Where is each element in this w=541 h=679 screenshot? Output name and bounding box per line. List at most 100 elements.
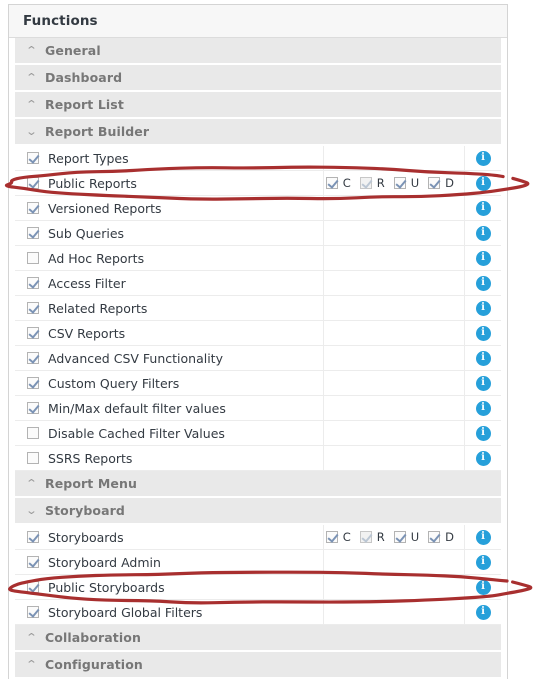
function-name-cell: Public Reports — [15, 171, 324, 195]
info-cell: i — [465, 321, 501, 345]
info-icon[interactable]: i — [475, 325, 491, 341]
group-header-label: Report List — [45, 97, 124, 112]
function-enable-checkbox[interactable] — [27, 427, 39, 439]
function-enable-checkbox[interactable] — [27, 581, 39, 593]
crud-checkbox-r[interactable] — [359, 531, 372, 543]
table-row: Report Types i — [15, 146, 501, 171]
info-glyph: i — [481, 580, 485, 592]
info-cell: i — [465, 171, 501, 195]
group-header-general[interactable]: ⌃ General — [15, 38, 501, 65]
info-icon[interactable]: i — [475, 200, 491, 216]
crud-letter-d: D — [445, 176, 454, 190]
info-icon[interactable]: i — [475, 225, 491, 241]
crud-permissions-cell — [324, 550, 465, 574]
function-name-cell: Storyboards — [15, 525, 324, 549]
info-glyph: i — [481, 301, 485, 313]
info-cell: i — [465, 196, 501, 220]
group-header-report-menu[interactable]: ⌃ Report Menu — [15, 471, 501, 498]
function-label: Public Reports — [48, 175, 137, 191]
crud-checkbox-c[interactable] — [325, 531, 338, 543]
crud-checkbox-r[interactable] — [359, 177, 372, 189]
info-glyph: i — [481, 451, 485, 463]
info-icon[interactable]: i — [475, 450, 491, 466]
group-header-report-builder[interactable]: ⌄ Report Builder — [15, 119, 501, 146]
info-glyph: i — [481, 226, 485, 238]
function-enable-checkbox[interactable] — [27, 277, 39, 289]
function-name-cell: Report Types — [15, 146, 324, 170]
function-enable-checkbox[interactable] — [27, 252, 39, 264]
crud-item-r: R — [359, 176, 385, 190]
crud-letter-u: U — [410, 530, 420, 544]
function-enable-checkbox[interactable] — [27, 152, 39, 164]
info-icon[interactable]: i — [475, 400, 491, 416]
info-icon[interactable]: i — [475, 579, 491, 595]
function-label: Ad Hoc Reports — [48, 250, 145, 266]
function-enable-checkbox[interactable] — [27, 302, 39, 314]
info-icon[interactable]: i — [475, 150, 491, 166]
function-label: Disable Cached Filter Values — [48, 425, 225, 441]
table-row: Storyboard Global Filters i — [15, 600, 501, 625]
function-enable-checkbox[interactable] — [27, 531, 39, 543]
info-icon[interactable]: i — [475, 425, 491, 441]
function-enable-checkbox[interactable] — [27, 227, 39, 239]
crud-checkbox-u[interactable] — [393, 177, 406, 189]
info-cell: i — [465, 600, 501, 624]
group-header-storyboard[interactable]: ⌄ Storyboard — [15, 498, 501, 525]
crud-item-u: U — [393, 530, 420, 544]
crud-permissions-cell — [324, 421, 465, 445]
info-glyph: i — [481, 176, 485, 188]
function-enable-checkbox[interactable] — [27, 402, 39, 414]
function-enable-checkbox[interactable] — [27, 377, 39, 389]
info-icon[interactable]: i — [475, 375, 491, 391]
crud-group: CRUD — [325, 530, 454, 544]
function-name-cell: Storyboard Global Filters — [15, 600, 324, 624]
info-icon[interactable]: i — [475, 250, 491, 266]
info-icon[interactable]: i — [475, 175, 491, 191]
function-enable-checkbox[interactable] — [27, 606, 39, 618]
function-enable-checkbox[interactable] — [27, 177, 39, 189]
functions-list: ⌃ General ⌃ Dashboard ⌃ Report List ⌄ Report Bu… — [9, 38, 507, 679]
info-glyph: i — [481, 426, 485, 438]
function-name-cell: CSV Reports — [15, 321, 324, 345]
table-row: Access Filter i — [15, 271, 501, 296]
function-name-cell: Ad Hoc Reports — [15, 246, 324, 270]
crud-checkbox-u[interactable] — [393, 531, 406, 543]
info-icon[interactable]: i — [475, 300, 491, 316]
group-header-dashboard[interactable]: ⌃ Dashboard — [15, 65, 501, 92]
function-enable-checkbox[interactable] — [27, 202, 39, 214]
info-glyph: i — [481, 151, 485, 163]
table-row: Storyboard Admin i — [15, 550, 501, 575]
group-header-label: Storyboard — [45, 503, 125, 518]
info-cell: i — [465, 446, 501, 470]
function-name-cell: Custom Query Filters — [15, 371, 324, 395]
info-cell: i — [465, 575, 501, 599]
function-enable-checkbox[interactable] — [27, 452, 39, 464]
crud-checkbox-c[interactable] — [325, 177, 338, 189]
table-row: Versioned Reports i — [15, 196, 501, 221]
table-row: Public Storyboards i — [15, 575, 501, 600]
info-icon[interactable]: i — [475, 350, 491, 366]
function-name-cell: Access Filter — [15, 271, 324, 295]
info-cell: i — [465, 296, 501, 320]
table-row: Disable Cached Filter Values i — [15, 421, 501, 446]
function-enable-checkbox[interactable] — [27, 352, 39, 364]
info-cell: i — [465, 146, 501, 170]
crud-permissions-cell — [324, 146, 465, 170]
info-icon[interactable]: i — [475, 275, 491, 291]
info-icon[interactable]: i — [475, 554, 491, 570]
group-header-collaboration[interactable]: ⌃ Collaboration — [15, 625, 501, 652]
crud-checkbox-d[interactable] — [428, 177, 441, 189]
function-enable-checkbox[interactable] — [27, 327, 39, 339]
functions-panel: Functions ⌃ General ⌃ Dashboard ⌃ Report List… — [8, 4, 508, 679]
info-glyph: i — [481, 401, 485, 413]
function-enable-checkbox[interactable] — [27, 556, 39, 568]
crud-checkbox-d[interactable] — [428, 531, 441, 543]
function-name-cell: Sub Queries — [15, 221, 324, 245]
function-label: CSV Reports — [48, 325, 126, 341]
info-icon[interactable]: i — [475, 529, 491, 545]
group-header-label: Collaboration — [45, 630, 141, 645]
crud-item-c: C — [325, 176, 351, 190]
function-name-cell: Disable Cached Filter Values — [15, 421, 324, 445]
group-header-report-list[interactable]: ⌃ Report List — [15, 92, 501, 119]
info-icon[interactable]: i — [475, 604, 491, 620]
